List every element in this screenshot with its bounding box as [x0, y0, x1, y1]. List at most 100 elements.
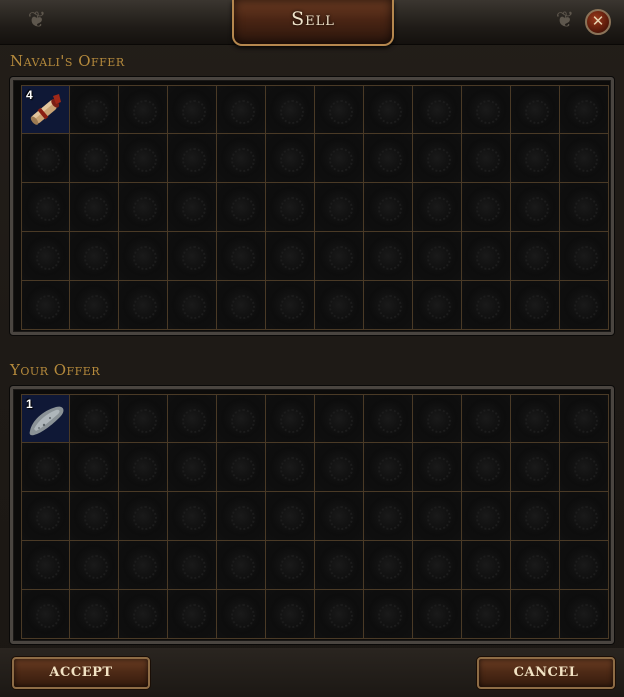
- navali-offer-empty-slot[interactable]: [168, 134, 217, 183]
- your-offer-empty-slot[interactable]: [364, 443, 413, 492]
- your-offer-empty-slot[interactable]: [70, 394, 119, 443]
- navali-offer-empty-slot[interactable]: [70, 134, 119, 183]
- your-offer-empty-slot[interactable]: [266, 492, 315, 541]
- navali-offer-empty-slot[interactable]: [511, 281, 560, 330]
- your-offer-empty-slot[interactable]: [364, 590, 413, 639]
- navali-offer-empty-slot[interactable]: [217, 134, 266, 183]
- your-offer-empty-slot[interactable]: [462, 541, 511, 590]
- navali-offer-empty-slot[interactable]: [560, 183, 609, 232]
- your-offer-empty-slot[interactable]: [315, 541, 364, 590]
- navali-offer-empty-slot[interactable]: [266, 134, 315, 183]
- your-offer-empty-slot[interactable]: [168, 394, 217, 443]
- navali-offer-empty-slot[interactable]: [266, 232, 315, 281]
- navali-offer-empty-slot[interactable]: [168, 232, 217, 281]
- navali-offer-empty-slot[interactable]: [511, 232, 560, 281]
- navali-offer-empty-slot[interactable]: [413, 134, 462, 183]
- your-offer-empty-slot[interactable]: [511, 443, 560, 492]
- navali-offer-empty-slot[interactable]: [511, 183, 560, 232]
- navali-offer-empty-slot[interactable]: [462, 232, 511, 281]
- navali-offer-empty-slot[interactable]: [70, 183, 119, 232]
- navali-offer-empty-slot[interactable]: [560, 232, 609, 281]
- navali-offer-empty-slot[interactable]: [70, 281, 119, 330]
- your-offer-empty-slot[interactable]: [119, 394, 168, 443]
- your-offer-empty-slot[interactable]: [511, 541, 560, 590]
- navali-offer-empty-slot[interactable]: [364, 85, 413, 134]
- navali-offer-empty-slot[interactable]: [364, 183, 413, 232]
- your-offer-empty-slot[interactable]: [70, 590, 119, 639]
- navali-offer-empty-slot[interactable]: [217, 281, 266, 330]
- navali-offer-empty-slot[interactable]: [119, 134, 168, 183]
- navali-offer-empty-slot[interactable]: [21, 281, 70, 330]
- your-offer-empty-slot[interactable]: [413, 394, 462, 443]
- your-offer-empty-slot[interactable]: [168, 492, 217, 541]
- navali-offer-empty-slot[interactable]: [70, 232, 119, 281]
- your-offer-empty-slot[interactable]: [266, 541, 315, 590]
- your-offer-empty-slot[interactable]: [266, 443, 315, 492]
- navali-offer-empty-slot[interactable]: [315, 85, 364, 134]
- your-offer-empty-slot[interactable]: [462, 492, 511, 541]
- navali-offer-empty-slot[interactable]: [364, 134, 413, 183]
- your-offer-empty-slot[interactable]: [217, 541, 266, 590]
- cancel-button[interactable]: CANCEL: [477, 657, 615, 689]
- your-offer-empty-slot[interactable]: [119, 492, 168, 541]
- your-offer-empty-slot[interactable]: [266, 394, 315, 443]
- your-offer-empty-slot[interactable]: [462, 590, 511, 639]
- navali-offer-empty-slot[interactable]: [462, 134, 511, 183]
- navali-offer-empty-slot[interactable]: [315, 134, 364, 183]
- your-offer-empty-slot[interactable]: [364, 492, 413, 541]
- your-offer-empty-slot[interactable]: [217, 394, 266, 443]
- navali-offer-empty-slot[interactable]: [266, 281, 315, 330]
- your-offer-empty-slot[interactable]: [511, 492, 560, 541]
- navali-offer-empty-slot[interactable]: [462, 183, 511, 232]
- your-offer-empty-slot[interactable]: [560, 541, 609, 590]
- navali-offer-empty-slot[interactable]: [560, 85, 609, 134]
- your-offer-empty-slot[interactable]: [217, 590, 266, 639]
- your-offer-empty-slot[interactable]: [266, 590, 315, 639]
- navali-offer-empty-slot[interactable]: [168, 85, 217, 134]
- your-offer-empty-slot[interactable]: [70, 443, 119, 492]
- navali-offer-empty-slot[interactable]: [217, 232, 266, 281]
- your-offer-empty-slot[interactable]: [462, 394, 511, 443]
- navali-offer-empty-slot[interactable]: [364, 281, 413, 330]
- navali-offer-empty-slot[interactable]: [21, 183, 70, 232]
- navali-offer-empty-slot[interactable]: [266, 85, 315, 134]
- navali-offer-empty-slot[interactable]: [511, 134, 560, 183]
- navali-offer-empty-slot[interactable]: [560, 281, 609, 330]
- your-offer-empty-slot[interactable]: [560, 394, 609, 443]
- navali-offer-empty-slot[interactable]: [21, 134, 70, 183]
- your-offer-empty-slot[interactable]: [462, 443, 511, 492]
- navali-offer-empty-slot[interactable]: [364, 232, 413, 281]
- your-offer-empty-slot[interactable]: [119, 541, 168, 590]
- your-offer-empty-slot[interactable]: [511, 394, 560, 443]
- navali-offer-empty-slot[interactable]: [413, 232, 462, 281]
- your-offer-empty-slot[interactable]: [217, 492, 266, 541]
- navali-offer-empty-slot[interactable]: [217, 85, 266, 134]
- your-offer-empty-slot[interactable]: [413, 541, 462, 590]
- navali-offer-empty-slot[interactable]: [560, 134, 609, 183]
- your-offer-empty-slot[interactable]: [21, 541, 70, 590]
- navali-offer-empty-slot[interactable]: [70, 85, 119, 134]
- navali-offer-empty-slot[interactable]: [413, 85, 462, 134]
- your-offer-empty-slot[interactable]: [70, 492, 119, 541]
- your-offer-empty-slot[interactable]: [70, 541, 119, 590]
- navali-offer-empty-slot[interactable]: [511, 85, 560, 134]
- your-offer-empty-slot[interactable]: [364, 394, 413, 443]
- your-offer-empty-slot[interactable]: [21, 492, 70, 541]
- your-offer-empty-slot[interactable]: [560, 492, 609, 541]
- your-offer-empty-slot[interactable]: [21, 443, 70, 492]
- navali-offer-empty-slot[interactable]: [168, 183, 217, 232]
- your-offer-empty-slot[interactable]: [168, 443, 217, 492]
- navali-offer-empty-slot[interactable]: [119, 232, 168, 281]
- navali-offer-empty-slot[interactable]: [315, 281, 364, 330]
- navali-offer-empty-slot[interactable]: [315, 232, 364, 281]
- navali-offer-empty-slot[interactable]: [168, 281, 217, 330]
- navali-offer-empty-slot[interactable]: [119, 281, 168, 330]
- navali-offer-empty-slot[interactable]: [413, 281, 462, 330]
- navali-offer-empty-slot[interactable]: [21, 232, 70, 281]
- navali-offer-empty-slot[interactable]: [217, 183, 266, 232]
- your-offer-item-slot[interactable]: 1: [21, 394, 70, 443]
- your-offer-empty-slot[interactable]: [168, 590, 217, 639]
- navali-offer-empty-slot[interactable]: [462, 85, 511, 134]
- navali-offer-empty-slot[interactable]: [119, 85, 168, 134]
- your-offer-empty-slot[interactable]: [413, 443, 462, 492]
